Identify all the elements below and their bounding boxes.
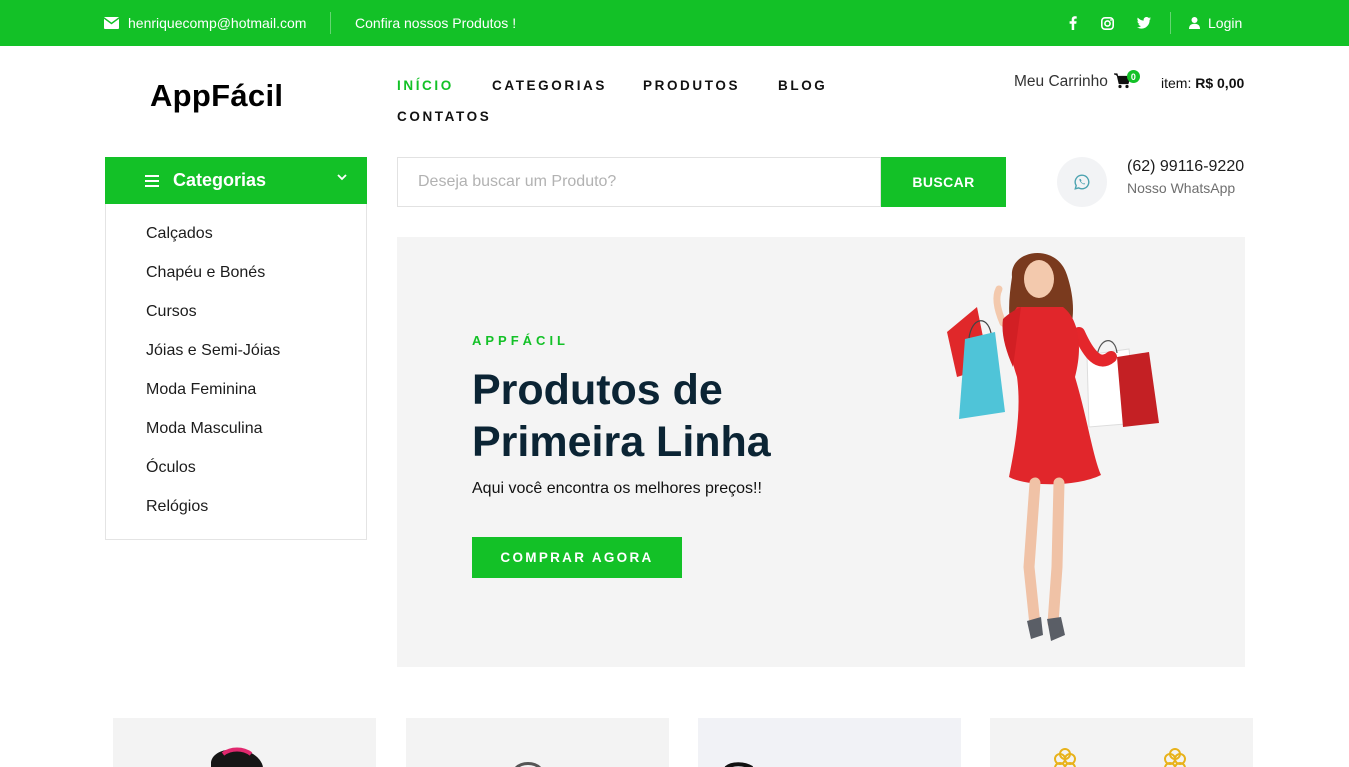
twitter-icon[interactable] [1134,0,1154,46]
cart-link[interactable]: Meu Carrinho 0 [1014,70,1140,91]
product-image [1054,748,1186,767]
product-card[interactable] [990,718,1253,767]
category-item[interactable]: Calçados [146,225,213,243]
category-item[interactable]: Óculos [146,459,196,477]
promo-text: Confira nossos Produtos ! [355,15,517,31]
email-text: henriquecomp@hotmail.com [128,15,307,31]
whatsapp-label: Nosso WhatsApp [1127,180,1236,196]
whatsapp-icon [1074,174,1090,190]
envelope-icon [104,17,119,29]
cart-count-badge: 0 [1126,70,1140,83]
whatsapp-phone: (62) 99116-9220 [1127,158,1245,175]
hero-kicker: APPFÁCIL [472,333,569,348]
chevron-down-icon [337,174,347,181]
divider [330,12,331,34]
categories-title: Categorias [173,170,267,190]
instagram-icon[interactable] [1097,0,1117,46]
contact-email[interactable]: henriquecomp@hotmail.com [104,0,306,46]
product-card[interactable] [406,718,669,767]
hero-title: Produtos de Primeira Linha [472,366,771,466]
product-card[interactable] [113,718,376,767]
login-link[interactable]: Login [1189,0,1242,46]
cart-items-label: item: [1161,75,1192,91]
user-icon [1189,17,1200,29]
shopping-cart-icon: 0 [1113,70,1140,91]
search-input[interactable] [398,158,880,206]
category-item[interactable]: Chapéu e Bonés [146,264,265,282]
product-image [514,762,542,767]
shop-now-button[interactable]: COMPRAR AGORA [472,537,682,578]
product-image [724,762,754,767]
nav-produtos[interactable]: PRODUTOS [643,78,740,93]
site-logo[interactable]: AppFácil [150,78,283,114]
search-button[interactable]: BUSCAR [881,157,1006,207]
hero-banner: APPFÁCIL Produtos de Primeira Linha Aqui… [397,237,1245,667]
menu-icon [145,174,159,187]
divider [1170,12,1171,34]
categories-toggle[interactable]: Categorias [105,157,367,204]
category-item[interactable]: Moda Masculina [146,420,263,438]
category-item[interactable]: Moda Feminina [146,381,256,399]
hero-subtitle: Aqui você encontra os melhores preços!! [472,480,762,497]
search-field [397,157,881,207]
product-card[interactable] [698,718,961,767]
nav-categorias[interactable]: CATEGORIAS [492,78,607,93]
nav-inicio[interactable]: INÍCIO [397,78,454,93]
category-item[interactable]: Jóias e Semi-Jóias [146,342,280,360]
top-bar: henriquecomp@hotmail.com Confira nossos … [0,0,1349,46]
cart-total: R$ 0,00 [1195,75,1245,91]
cart-summary: item: R$ 0,00 [1161,75,1244,91]
category-item[interactable]: Relógios [146,498,208,516]
categories-list: Calçados Chapéu e Bonés Cursos Jóias e S… [105,204,367,540]
hero-model-image [947,253,1159,641]
nav-blog[interactable]: BLOG [778,78,827,93]
nav-contatos[interactable]: CONTATOS [397,109,491,124]
category-item[interactable]: Cursos [146,303,197,321]
facebook-icon[interactable] [1063,0,1083,46]
product-image [211,747,263,767]
login-label: Login [1208,15,1243,31]
cart-label: Meu Carrinho [1014,73,1108,90]
whatsapp-badge[interactable] [1057,157,1107,207]
